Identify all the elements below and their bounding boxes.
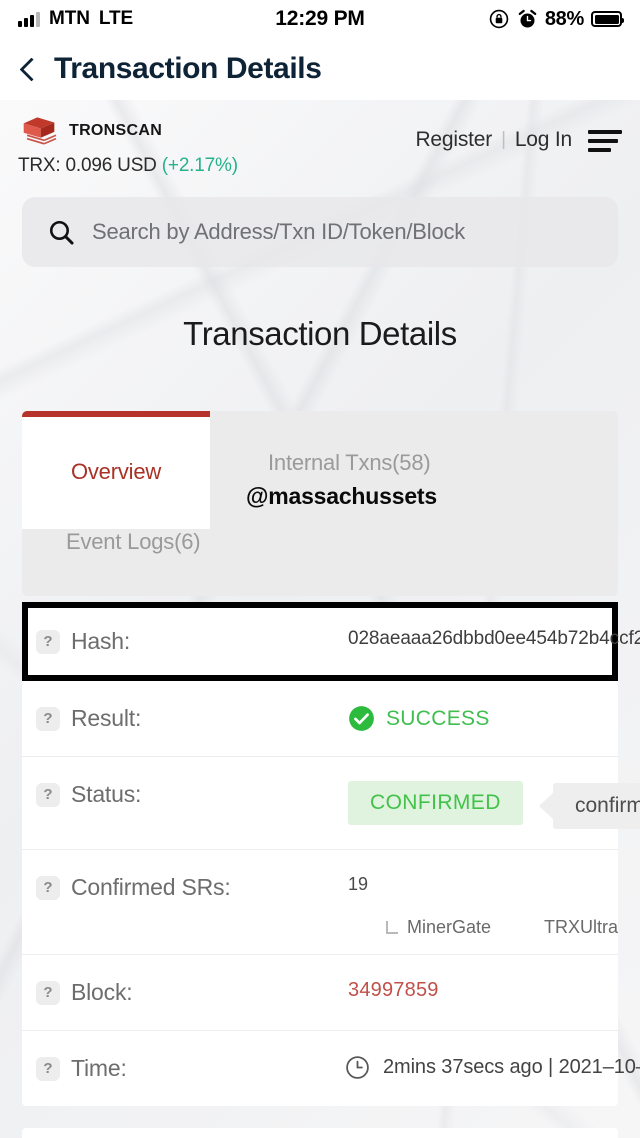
sr-name: MinerGate [407,917,492,937]
brand-name: TRONSCAN [69,122,163,139]
search-icon [49,220,74,245]
list-item[interactable]: MinerGate [386,917,544,938]
transaction-details-card: ? Hash: 028aeaaa26dbbd0ee454b72b4ccf2377… [22,602,640,1106]
help-question-icon[interactable]: ? [36,629,60,654]
auth-links: Register | Log In [415,128,572,152]
confirmed-srs-value: 19 MinerGate TRXUltra [298,874,618,938]
hamburger-menu-icon[interactable] [588,128,622,152]
site-header: TRONSCAN TRX: 0.096 USD (+2.17%) Registe… [0,100,640,177]
tab-event-logs[interactable]: Event Logs(6) [22,529,618,583]
time-value: 2mins 37secs ago | 2021–10–29 12 [383,1056,640,1078]
status-value-wrap: CONFIRMED confirme [298,781,640,829]
trigger-smart-contracts-card: Trigger Smart Contracts [22,1128,618,1138]
detail-row-block: ? Block: 34997859 [22,955,618,1031]
hash-value-wrap: 028aeaaa26dbbd0ee454b72b4ccf2377 [298,628,640,650]
sr-name: TRXUltra [543,917,618,937]
block-value-link[interactable]: 34997859 [298,979,618,1002]
help-question-icon[interactable]: ? [36,706,60,731]
tab-row-primary: Overview Internal Txns(58) [22,411,618,529]
time-value-wrap: 2mins 37secs ago | 2021–10–29 12 [298,1055,640,1080]
detail-row-hash: ? Hash: 028aeaaa26dbbd0ee454b72b4ccf2377 [22,602,640,681]
trx-price-change: (+2.17%) [161,155,238,176]
status-badge: CONFIRMED [348,781,523,825]
trx-price-line: TRX: 0.096 USD (+2.17%) [18,155,238,177]
confirmed-srs-count: 19 [348,874,369,894]
tab-row-secondary: Event Logs(6) [22,529,618,583]
help-question-icon[interactable]: ? [36,1056,60,1081]
block-label: Block: [71,979,133,1005]
status-badge-group: CONFIRMED confirme [298,781,640,829]
detail-row-result: ? Result: SUCCESS [22,681,618,757]
help-question-icon[interactable]: ? [36,875,60,900]
header-actions: Register | Log In [415,114,622,152]
brand-logo-line[interactable]: TRONSCAN [18,114,238,148]
detail-row-status: ? Status: CONFIRMED confirme [22,757,640,850]
search-input[interactable]: Search by Address/Txn ID/Token/Block [22,197,618,267]
block-value-wrap: 34997859 [298,979,618,1002]
auth-separator: | [501,129,506,150]
search-placeholder: Search by Address/Txn ID/Token/Block [92,219,466,244]
rotation-lock-icon [489,9,509,29]
search-section: Search by Address/Txn ID/Token/Block [0,177,640,267]
battery-percent-label: 88% [544,7,584,30]
success-check-icon [349,706,374,731]
page-title: Transaction Details [54,52,322,85]
content-title: Transaction Details [183,315,457,352]
register-link[interactable]: Register [415,128,492,152]
block-label-group: ? Block: [36,979,298,1006]
result-value-wrap: SUCCESS [298,705,618,732]
help-question-icon[interactable]: ? [36,782,60,807]
hash-label: Hash: [71,628,131,654]
status-label-group: ? Status: [36,781,298,808]
time-label-group: ? Time: [36,1055,298,1082]
confirmed-srs-value-wrap: 19 MinerGate TRXUltra [298,874,618,938]
detail-row-confirmed-srs: ? Confirmed SRs: 19 MinerGate TRXUltra [22,850,618,955]
clock-icon [346,1056,369,1079]
trx-price-label: TRX: 0.096 USD [18,155,157,176]
battery-full-icon [591,11,624,27]
confirmed-srs-label: Confirmed SRs: [71,874,231,900]
hash-value[interactable]: 028aeaaa26dbbd0ee454b72b4ccf2377 [298,628,640,650]
confirmed-srs-label-group: ? Confirmed SRs: [36,874,298,901]
webview-content: TRONSCAN TRX: 0.096 USD (+2.17%) Registe… [0,100,640,1138]
result-label-group: ? Result: [36,705,298,732]
result-status-group: SUCCESS [298,705,618,732]
hash-label-group: ? Hash: [36,628,298,655]
result-status-text: SUCCESS [386,706,490,730]
back-chevron-icon[interactable] [18,54,40,84]
tree-corner-icon [386,921,398,934]
tronscan-logo-icon [23,117,57,145]
brand-block: TRONSCAN TRX: 0.096 USD (+2.17%) [18,114,238,177]
status-label: Status: [71,781,142,807]
confirmed-srs-list: MinerGate TRXUltra [348,917,618,938]
login-link[interactable]: Log In [515,128,572,152]
time-value-group: 2mins 37secs ago | 2021–10–29 12 [298,1055,640,1080]
tab-overview[interactable]: Overview [22,411,210,529]
watermark-label: @massachussets [246,483,437,509]
phone-screen: MTN LTE 12:29 PM 88% Transaction Details [0,0,640,1138]
status-bar-right: 88% [488,7,624,31]
result-label: Result: [71,705,142,731]
help-question-icon[interactable]: ? [36,980,60,1005]
alarm-clock-icon [518,9,537,28]
detail-row-time: ? Time: 2mins 37secs ago | 2021–10–29 12 [22,1031,640,1106]
navigation-bar: Transaction Details [0,38,640,100]
list-item[interactable]: TRXUltra [544,917,618,938]
status-bar: MTN LTE 12:29 PM 88% [0,0,640,38]
time-label: Time: [71,1055,127,1081]
status-tooltip: confirme [553,783,640,829]
tab-bar: Overview Internal Txns(58) Event Logs(6)… [22,411,618,596]
